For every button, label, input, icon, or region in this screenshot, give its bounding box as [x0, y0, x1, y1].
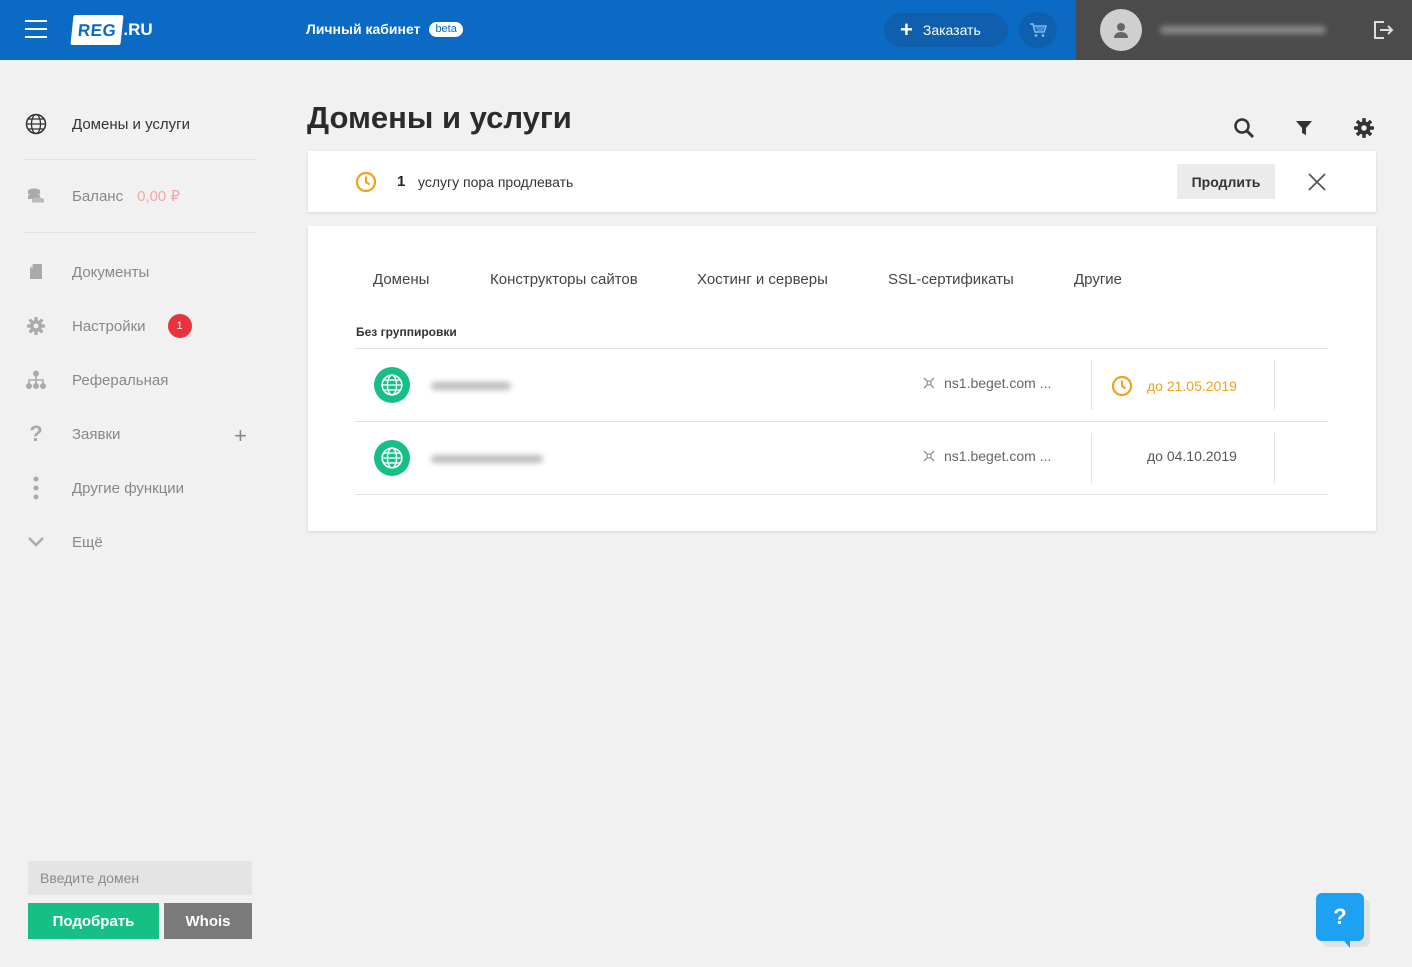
domain-name-redacted — [431, 455, 543, 463]
expiry-date: до 04.10.2019 — [1147, 448, 1237, 464]
sidebar-item-settings[interactable]: Настройки 1 — [24, 314, 192, 338]
search-icon[interactable] — [1232, 116, 1256, 140]
menu-icon[interactable] — [25, 20, 47, 38]
avatar[interactable] — [1100, 9, 1142, 51]
coins-icon — [24, 184, 48, 208]
divider — [1274, 433, 1275, 483]
dots-vertical-icon — [24, 476, 48, 500]
gear-icon[interactable] — [1352, 116, 1376, 140]
plus-icon: + — [900, 17, 913, 42]
clock-icon — [1111, 375, 1133, 397]
ns-info: ns1.beget.com ... — [922, 448, 1051, 464]
referral-icon — [24, 368, 48, 392]
expiry-value: до 21.05.2019 — [1147, 378, 1237, 394]
sidebar: Домены и услуги Баланс 0,00 ₽ Документы … — [0, 60, 280, 967]
help-button[interactable]: ? — [1316, 893, 1364, 941]
cabinet-title-text: Личный кабинет — [306, 21, 421, 37]
ns-value: ns1.beget.com ... — [944, 375, 1052, 391]
balance-value: 0,00 ₽ — [137, 188, 180, 205]
services-card: Домены Конструкторы сайтов Хостинг и сер… — [308, 226, 1376, 531]
question-icon: ? — [29, 421, 43, 446]
divider — [1091, 360, 1092, 410]
user-icon — [1114, 23, 1128, 38]
globe-icon — [374, 367, 410, 403]
filter-icon[interactable] — [1292, 116, 1316, 140]
tab-hosting[interactable]: Хостинг и серверы — [697, 271, 828, 288]
logo[interactable]: REG .RU — [70, 13, 153, 47]
divider — [1274, 360, 1275, 410]
logo-suffix: .RU — [123, 20, 153, 39]
cart-icon — [1030, 23, 1047, 37]
chevron-down-icon — [24, 530, 48, 554]
table-row[interactable]: ns1.beget.com ... до 21.05.2019 — [355, 349, 1328, 421]
divider — [24, 159, 256, 160]
renewal-count: 1 — [397, 173, 406, 190]
group-label: Без группировки — [356, 325, 457, 339]
tab-domains[interactable]: Домены — [373, 271, 429, 288]
globe-icon — [24, 112, 48, 136]
cabinet-title: Личный кабинет beta — [306, 21, 463, 37]
gear-icon — [24, 314, 48, 338]
pick-domain-button[interactable]: Подобрать — [28, 903, 159, 939]
sidebar-item-requests[interactable]: ? Заявки — [24, 421, 121, 446]
sidebar-item-label: Ещё — [72, 533, 103, 551]
sidebar-item-label: Домены и услуги — [72, 115, 191, 133]
page-title: Домены и услуги — [307, 100, 572, 135]
logout-icon[interactable] — [1372, 20, 1394, 40]
sidebar-item-label: Документы — [72, 263, 150, 281]
help-bubble-tail — [1340, 936, 1350, 948]
close-icon[interactable] — [1306, 171, 1328, 193]
add-request-icon[interactable]: + — [234, 423, 247, 449]
sidebar-item-label: Реферальная — [72, 371, 169, 389]
ns-info: ns1.beget.com ... — [922, 375, 1051, 391]
renewal-notice: 1 услугу пора продлевать Продлить — [308, 151, 1376, 212]
cart-button[interactable] — [1019, 12, 1057, 48]
divider — [355, 494, 1328, 495]
document-icon — [24, 260, 48, 284]
beta-badge: beta — [429, 21, 463, 37]
sidebar-item-documents[interactable]: Документы — [24, 260, 149, 284]
order-button[interactable]: + Заказать — [884, 13, 1008, 47]
ns-value: ns1.beget.com ... — [944, 448, 1052, 464]
divider — [24, 232, 256, 233]
user-bar — [1076, 0, 1412, 60]
dns-icon — [923, 377, 935, 389]
table-row[interactable]: ns1.beget.com ... до 04.10.2019 — [355, 422, 1328, 494]
expiry-date: до 21.05.2019 — [1111, 375, 1237, 397]
sidebar-item-label: Настройки — [72, 317, 146, 335]
sidebar-item-balance[interactable]: Баланс 0,00 ₽ — [24, 184, 180, 208]
renewal-text: услугу пора продлевать — [418, 174, 574, 190]
domain-search-input[interactable] — [28, 861, 252, 895]
clock-icon — [355, 171, 377, 198]
notification-badge: 1 — [167, 314, 192, 338]
expiry-value: до 04.10.2019 — [1147, 448, 1237, 464]
sidebar-item-referral[interactable]: Реферальная — [24, 368, 168, 392]
sidebar-item-domains[interactable]: Домены и услуги — [24, 112, 190, 136]
sidebar-item-label: Заявки — [72, 425, 121, 443]
tab-other[interactable]: Другие — [1074, 271, 1122, 288]
dns-icon — [923, 450, 935, 462]
logo-main: REG — [70, 15, 124, 45]
sidebar-item-label: Другие функции — [72, 479, 185, 497]
tab-site-builders[interactable]: Конструкторы сайтов — [490, 271, 638, 288]
order-label: Заказать — [922, 22, 981, 38]
divider — [1091, 433, 1092, 483]
top-header: REG .RU Личный кабинет beta + Заказать — [0, 0, 1412, 60]
renew-button[interactable]: Продлить — [1177, 164, 1275, 199]
whois-button[interactable]: Whois — [164, 903, 252, 939]
sidebar-item-label: Баланс — [72, 187, 124, 205]
domain-name-redacted — [431, 382, 511, 390]
username-redacted — [1160, 26, 1326, 34]
tab-ssl[interactable]: SSL-сертификаты — [888, 271, 1014, 288]
globe-icon — [374, 440, 410, 476]
sidebar-item-other-functions[interactable]: Другие функции — [24, 476, 184, 500]
sidebar-item-more[interactable]: Ещё — [24, 530, 103, 554]
